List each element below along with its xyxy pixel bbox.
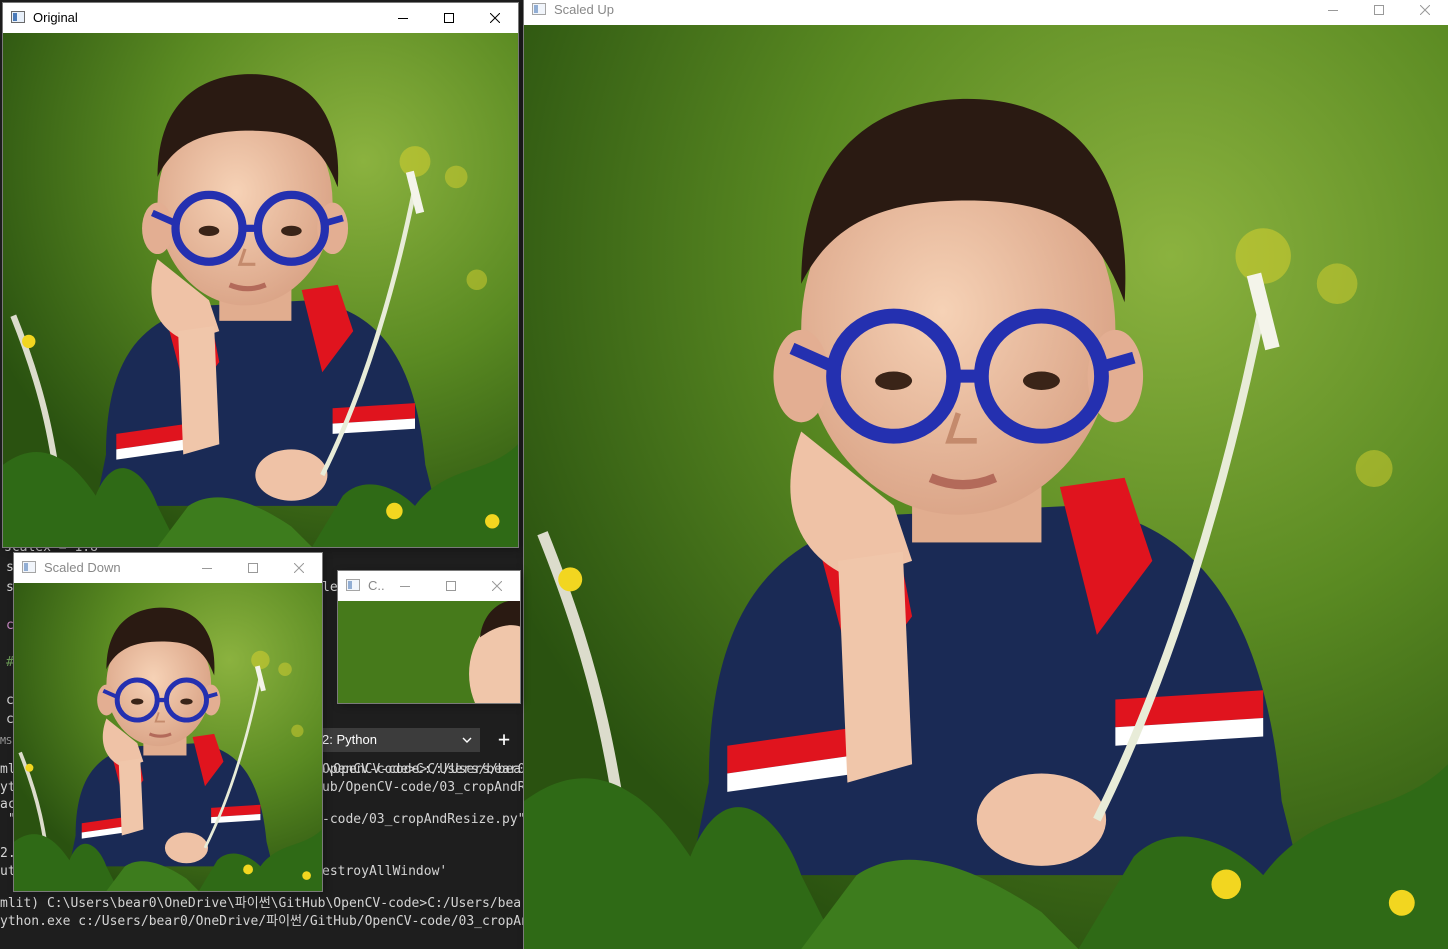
window-cropped[interactable]: C... — [338, 571, 520, 703]
terminal-line: c — [6, 712, 14, 727]
minimize-button[interactable] — [382, 571, 428, 601]
minimize-button[interactable] — [184, 553, 230, 583]
window-title: Original — [33, 10, 78, 25]
close-icon — [490, 13, 500, 23]
terminal-line: estroyAllWindow' — [322, 864, 448, 879]
maximize-button[interactable] — [426, 3, 472, 33]
plus-icon: + — [497, 727, 511, 751]
window-app-icon — [11, 11, 25, 23]
terminal-line: # — [6, 655, 14, 670]
close-icon — [294, 563, 304, 573]
window-title: Scaled Up — [554, 2, 614, 17]
terminal-line: MS — [0, 736, 13, 747]
maximize-button[interactable] — [1356, 0, 1402, 25]
terminal-line: ub/OpenCV-code/03_cropAndResiz — [322, 780, 557, 795]
maximize-button[interactable] — [230, 553, 276, 583]
window-scaled-down[interactable]: Scaled Down — [14, 553, 322, 891]
maximize-button[interactable] — [428, 571, 474, 601]
minimize-button[interactable] — [380, 3, 426, 33]
minimize-icon — [1328, 5, 1338, 15]
window-titlebar[interactable]: Scaled Down — [14, 553, 322, 583]
image-canvas[interactable] — [524, 25, 1448, 949]
terminal-shell-label: 2: Python — [322, 732, 377, 747]
terminal-line: c — [6, 693, 14, 708]
close-button[interactable] — [276, 553, 322, 583]
window-titlebar[interactable]: Original — [3, 3, 518, 33]
boy-with-glasses-photo — [3, 33, 518, 547]
window-titlebar[interactable]: C... — [338, 571, 520, 601]
terminal-line: s — [6, 580, 14, 595]
maximize-icon — [1374, 5, 1384, 15]
minimize-icon — [202, 563, 212, 573]
maximize-icon — [248, 563, 258, 573]
close-button[interactable] — [1402, 0, 1448, 25]
window-app-icon — [22, 561, 36, 573]
image-canvas[interactable] — [3, 33, 518, 547]
terminal-toolbar: 2: Python + — [320, 728, 524, 752]
window-titlebar[interactable]: Scaled Up — [524, 0, 1448, 25]
new-terminal-button[interactable]: + — [492, 728, 516, 752]
close-icon — [492, 581, 502, 591]
close-button[interactable] — [474, 571, 520, 601]
terminal-line: -code/03_cropAndResize.py", l — [322, 812, 549, 827]
image-canvas[interactable] — [338, 601, 520, 703]
maximize-icon — [446, 581, 456, 591]
window-title: Scaled Down — [44, 560, 121, 575]
boy-with-glasses-photo — [524, 25, 1448, 949]
minimize-icon — [398, 13, 408, 23]
close-button[interactable] — [472, 3, 518, 33]
window-app-icon — [346, 579, 360, 591]
terminal-line: c — [6, 618, 14, 633]
boy-with-glasses-crop — [338, 601, 520, 703]
terminal-line: mlit) C:\Users\bear0\OneDrive\파이썬\GitHub… — [0, 896, 576, 911]
image-canvas[interactable] — [14, 583, 322, 891]
maximize-icon — [444, 13, 454, 23]
window-app-icon — [532, 3, 546, 15]
minimize-icon — [400, 581, 410, 591]
terminal-line: ython.exe c:/Users/bear0/OneDrive/파이썬/Gi… — [0, 914, 576, 929]
boy-with-glasses-photo — [14, 583, 322, 891]
terminal-line: le — [322, 580, 338, 595]
minimize-button[interactable] — [1310, 0, 1356, 25]
window-scaled-up[interactable]: Scaled Up — [524, 0, 1448, 949]
window-original[interactable]: Original — [3, 3, 518, 547]
close-icon — [1420, 5, 1430, 15]
terminal-line: s — [6, 560, 14, 575]
chevron-down-icon — [462, 728, 472, 761]
terminal-shell-select[interactable]: 2: Python — [320, 728, 480, 752]
